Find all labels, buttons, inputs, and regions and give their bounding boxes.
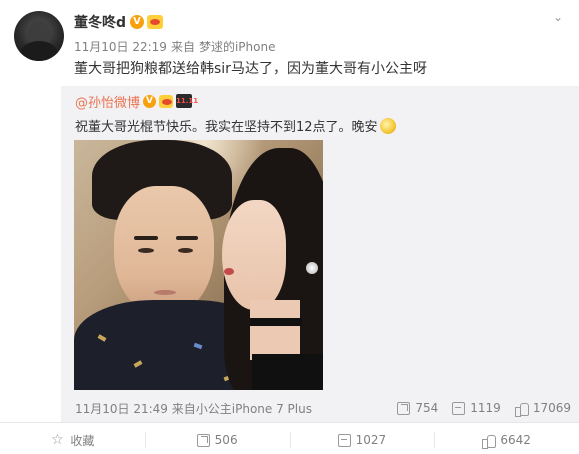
repost-author-link[interactable]: @孙怡微博 xyxy=(75,92,140,111)
comment-count: 1027 xyxy=(355,433,387,447)
member-crown-icon[interactable] xyxy=(147,15,164,29)
post-date[interactable]: 11月10日 22:19 xyxy=(74,40,167,54)
sleepy-moon-emoji-icon xyxy=(379,117,396,134)
repost-photo[interactable] xyxy=(74,140,323,390)
comment-icon xyxy=(337,433,351,447)
repost-forward-count: 754 xyxy=(415,401,439,415)
photo-person-face xyxy=(114,186,214,316)
repost-meta: 11月10日 21:49 来自小公主iPhone 7 Plus xyxy=(75,400,383,417)
forward-button[interactable]: 506 xyxy=(144,426,290,454)
chevron-down-icon[interactable]: ⌄ xyxy=(549,10,567,24)
photo-earring xyxy=(306,262,318,274)
photo-eye-right xyxy=(178,248,193,253)
forward-count: 506 xyxy=(214,433,238,447)
repost-footer: 11月10日 21:49 来自小公主iPhone 7 Plus 754 1119… xyxy=(75,398,571,418)
favorite-label: 收藏 xyxy=(70,433,95,448)
weibo-post-card: 董冬咚d V ⌄ 11月10日 22:19 来自 梦逑的iPhone 董大哥把狗粮都… xyxy=(0,0,579,454)
photo-brow-left xyxy=(134,236,158,240)
repost-forward-button[interactable]: 754 xyxy=(397,401,438,415)
author-name[interactable]: 董冬咚d xyxy=(74,12,126,32)
photo-second-person-face xyxy=(222,200,286,310)
member-crown-icon[interactable] xyxy=(159,94,174,108)
thumbs-up-icon xyxy=(514,402,529,417)
repost-header: @孙怡微博 V 11.11 xyxy=(75,92,198,111)
forward-icon xyxy=(397,401,411,415)
author-row: 董冬咚d V xyxy=(74,12,164,32)
thumbs-up-icon xyxy=(482,434,497,449)
photo-neck xyxy=(250,300,300,360)
comment-button[interactable]: 1027 xyxy=(289,426,435,454)
action-bar: ☆ 收藏 506 1027 6642 xyxy=(0,426,579,454)
verified-icon[interactable]: V xyxy=(130,15,145,29)
photo-eye-left xyxy=(138,248,154,253)
repost-comment-count: 1119 xyxy=(470,401,501,415)
photo-mouth xyxy=(154,290,176,295)
photo-lips xyxy=(224,268,234,275)
repost-source: 小公主iPhone 7 Plus xyxy=(195,401,312,416)
comment-icon xyxy=(452,401,466,415)
repost-comment-button[interactable]: 1119 xyxy=(452,401,501,415)
repost-like-count: 17069 xyxy=(532,401,571,415)
divider xyxy=(0,422,579,423)
singles-day-badge-icon[interactable]: 11.11 xyxy=(176,94,198,108)
forward-icon xyxy=(196,433,210,447)
avatar-body xyxy=(20,41,58,61)
photo-brow-right xyxy=(176,236,198,240)
verified-icon[interactable]: V xyxy=(143,94,157,108)
repost-source-prefix: 来自 xyxy=(171,401,196,416)
post-meta: 11月10日 22:19 来自 梦逑的iPhone xyxy=(74,38,279,55)
source-prefix: 来自 xyxy=(170,40,195,54)
repost-like-button[interactable]: 17069 xyxy=(514,401,571,417)
author-avatar[interactable] xyxy=(14,11,64,61)
star-icon: ☆ xyxy=(51,432,64,448)
post-text: 董大哥把狗粮都送给韩sir马达了，因为董大哥有小公主呀 xyxy=(74,61,427,77)
repost-date[interactable]: 11月10日 21:49 xyxy=(75,402,168,416)
like-button[interactable]: 6642 xyxy=(434,426,579,454)
post-source: 梦逑的iPhone xyxy=(198,40,276,54)
repost-text: 祝董大哥光棍节快乐。我实在坚持不到12点了。晚安 xyxy=(75,116,396,135)
photo-top xyxy=(252,354,323,390)
like-count: 6642 xyxy=(500,433,531,447)
reposted-content: @孙怡微博 V 11.11 祝董大哥光棍节快乐。我实在坚持不到12点了。晚安 1… xyxy=(61,86,579,422)
favorite-button[interactable]: ☆ 收藏 xyxy=(0,426,145,454)
repost-text-content: 祝董大哥光棍节快乐。我实在坚持不到12点了。晚安 xyxy=(75,120,378,135)
photo-choker xyxy=(250,318,302,326)
